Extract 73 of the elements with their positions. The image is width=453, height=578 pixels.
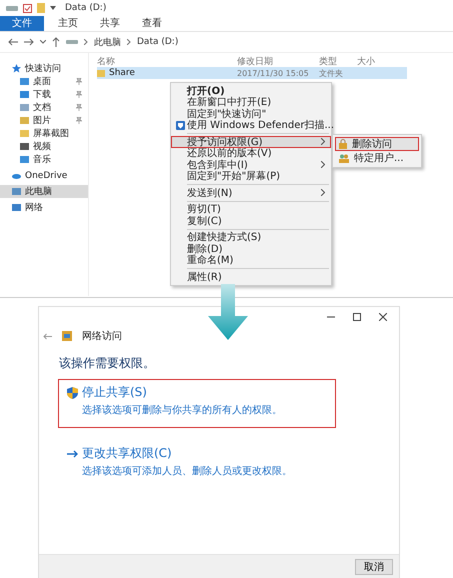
menu-item[interactable]: 打开(O) — [171, 85, 331, 96]
menu-item[interactable]: 复制(C) — [171, 215, 331, 226]
file-row[interactable]: Share 2017/11/30 15:05 文件夹 — [97, 67, 407, 79]
menu-item[interactable]: 使用 Windows Defender扫描... — [171, 120, 331, 131]
back-arrow-icon[interactable] — [43, 332, 52, 340]
column-header[interactable]: 类型 — [319, 54, 357, 68]
menu-item[interactable]: 授予访问权限(G) — [171, 136, 331, 148]
pin-icon[interactable] — [76, 117, 82, 124]
menu-item[interactable]: 特定用户... — [335, 151, 419, 165]
forward-arrow-icon[interactable] — [24, 38, 34, 46]
menu-item[interactable]: 重命名(M) — [171, 254, 331, 266]
cloud-icon — [12, 171, 21, 180]
menu-item[interactable]: 固定到"快速访问" — [171, 108, 331, 120]
up-arrow-icon[interactable] — [52, 37, 60, 47]
sidebar-item[interactable]: 音乐 — [0, 153, 88, 166]
breadcrumb-item[interactable]: 此电脑 — [94, 36, 121, 48]
menu-item[interactable]: 包含到库中(I) — [171, 159, 331, 170]
ribbon-tab[interactable]: 主页 — [50, 16, 86, 31]
checkbox-icon[interactable] — [23, 4, 32, 12]
menu-item[interactable]: 创建快捷方式(S) — [171, 232, 331, 243]
sidebar-item[interactable]: 此电脑 — [0, 185, 88, 198]
chevron-right-icon — [84, 39, 88, 45]
sidebar-item[interactable]: 图片 — [0, 114, 88, 127]
column-header[interactable]: 修改日期 — [237, 54, 319, 68]
command-link[interactable]: 停止共享(S) 选择该选项可删除与你共享的所有人的权限。 — [59, 380, 335, 427]
column-header[interactable]: 大小 — [357, 54, 387, 68]
menu-item[interactable]: 删除(D) — [171, 243, 331, 254]
sidebar-item[interactable]: 屏幕截图 — [0, 127, 88, 140]
sidebar-item[interactable]: 文档 — [0, 101, 88, 114]
menu-item[interactable]: 在新窗口中打开(E) — [171, 96, 331, 108]
sidebar-item[interactable]: 快速访问 — [0, 62, 88, 75]
ribbon-tab[interactable]: 共享 — [92, 16, 128, 31]
arrow-down-icon — [208, 284, 248, 340]
chevron-right-icon — [127, 39, 131, 45]
sidebar-item[interactable]: 视频 — [0, 140, 88, 153]
file-name: Share — [109, 68, 135, 78]
menu-item[interactable]: 删除访问 — [335, 137, 419, 151]
file-type: 文件夹 — [319, 68, 344, 78]
caret-icon[interactable] — [50, 6, 56, 10]
chevron-down-icon[interactable] — [40, 40, 46, 44]
pin-icon[interactable] — [76, 78, 82, 85]
shield-icon — [176, 120, 184, 130]
breadcrumb-item[interactable]: Data (D:) — [137, 37, 178, 47]
menu-item[interactable]: 发送到(N) — [171, 187, 331, 198]
command-link[interactable]: 更改共享权限(C) 选择该选项可添加人员、删除人员或更改权限。 — [59, 441, 335, 488]
back-arrow-icon[interactable] — [8, 38, 18, 46]
drive-icon — [66, 39, 78, 45]
star-icon — [12, 64, 21, 73]
dialog-title: 网络访问 — [82, 330, 122, 343]
close-icon[interactable] — [379, 313, 387, 321]
drive-icon — [6, 4, 18, 12]
pin-icon[interactable] — [76, 104, 82, 111]
pin-icon[interactable] — [76, 91, 82, 98]
menu-item[interactable]: 还原以前的版本(V) — [171, 148, 331, 159]
menu-item[interactable]: 属性(R) — [171, 271, 331, 282]
dialog-heading: 该操作需要权限。 — [59, 355, 156, 372]
modified-date: 2017/11/30 15:05 — [237, 68, 310, 78]
sidebar-item[interactable]: OneDrive — [0, 169, 88, 182]
maximize-icon[interactable] — [353, 313, 361, 321]
shield-icon — [67, 386, 78, 398]
window-title: Data (D:) — [65, 3, 106, 13]
ribbon-tab[interactable]: 文件 — [0, 16, 44, 31]
sidebar-item[interactable]: 桌面 — [0, 75, 88, 88]
users-icon — [339, 154, 349, 162]
menu-item[interactable]: 剪切(T) — [171, 204, 331, 215]
sidebar-item[interactable]: 下载 — [0, 88, 88, 101]
lock-icon — [339, 139, 347, 149]
ribbon-tab[interactable]: 查看 — [134, 16, 170, 31]
cancel-button[interactable]: 取消 — [355, 559, 393, 575]
menu-item[interactable]: 固定到"开始"屏幕(P) — [171, 170, 331, 182]
column-header[interactable]: 名称 — [97, 54, 237, 68]
arrow-right-icon — [67, 450, 78, 458]
sidebar-item[interactable]: 网络 — [0, 201, 88, 214]
